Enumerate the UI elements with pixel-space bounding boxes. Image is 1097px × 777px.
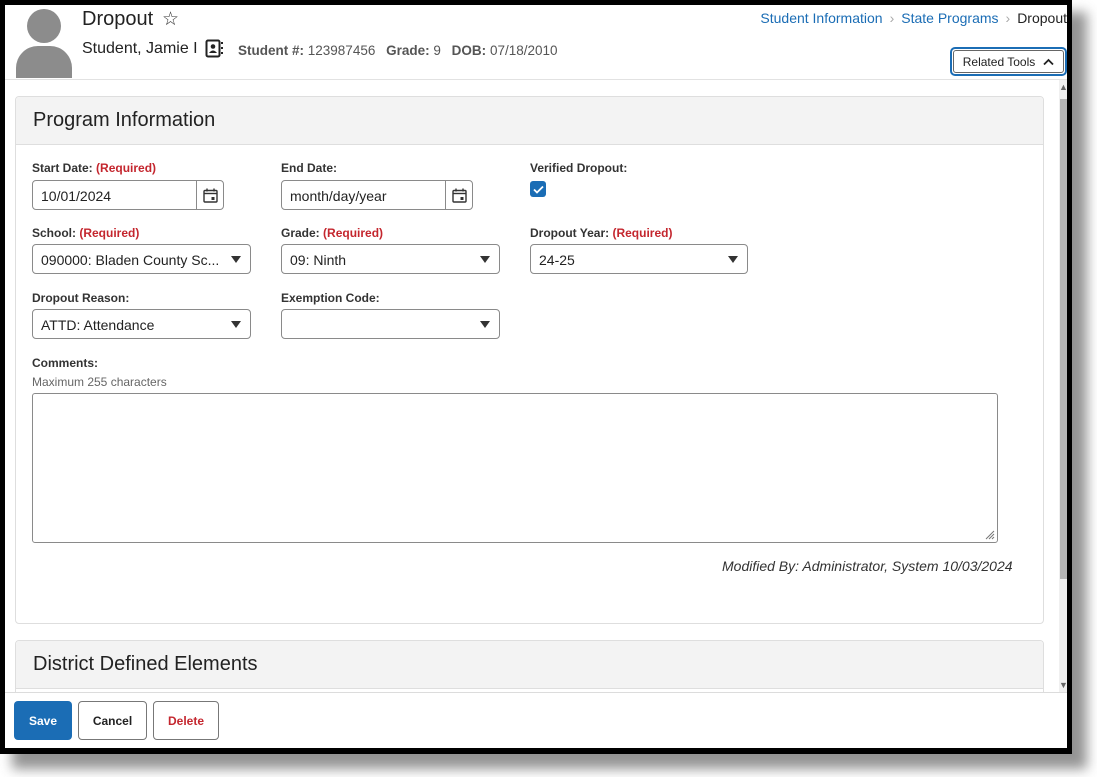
- checkmark-icon: [532, 185, 544, 194]
- calendar-icon: [202, 188, 218, 203]
- program-information-title: Program Information: [16, 97, 1043, 145]
- dropdown-caret-icon: [231, 256, 241, 263]
- school-label: School: (Required): [32, 226, 139, 240]
- exemption-code-select[interactable]: [281, 309, 500, 339]
- dropdown-caret-icon: [480, 256, 490, 263]
- save-button[interactable]: Save: [14, 701, 72, 740]
- avatar-body: [16, 46, 72, 78]
- start-date-calendar-button[interactable]: [196, 181, 223, 209]
- content-scroll-area: Program Information Start Date: (Require…: [5, 80, 1067, 700]
- comments-hint: Maximum 255 characters: [32, 375, 167, 389]
- required-indicator: (Required): [323, 226, 384, 240]
- dob-label: DOB:: [451, 43, 487, 58]
- dropout-reason-value: ATTD: Attendance: [41, 317, 155, 333]
- breadcrumb-student-information[interactable]: Student Information: [760, 10, 882, 26]
- start-date-input[interactable]: 10/01/2024: [32, 180, 224, 210]
- scroll-up-icon[interactable]: ▲: [1059, 82, 1067, 92]
- student-meta: Student #: 123987456 Grade: 9 DOB: 07/18…: [238, 43, 558, 58]
- school-value: 090000: Bladen County Sc...: [41, 252, 220, 268]
- required-indicator: (Required): [79, 226, 140, 240]
- window-frame: Dropout ☆ Student, Jamie I Student #: 12…: [0, 0, 1072, 754]
- contact-card-icon[interactable]: [205, 39, 224, 58]
- grade-select[interactable]: 09: Ninth: [281, 244, 500, 274]
- school-select[interactable]: 090000: Bladen County Sc...: [32, 244, 251, 274]
- dropout-year-value: 24-25: [539, 252, 575, 268]
- chevron-right-icon: ›: [889, 10, 895, 26]
- verified-dropout-checkbox[interactable]: [530, 181, 546, 197]
- scroll-down-icon[interactable]: ▼: [1059, 680, 1067, 690]
- student-number-label: Student #:: [238, 43, 304, 58]
- student-name: Student, Jamie I: [82, 40, 198, 57]
- action-bar: Save Cancel Delete: [5, 692, 1067, 748]
- required-indicator: (Required): [612, 226, 673, 240]
- required-indicator: (Required): [96, 161, 157, 175]
- calendar-icon: [451, 188, 467, 203]
- avatar-head: [27, 9, 61, 43]
- start-date-label-text: Start Date:: [32, 161, 93, 175]
- related-tools-focus-ring: [953, 50, 1064, 73]
- grade-label: Grade:: [386, 43, 430, 58]
- related-tools-button[interactable]: Related Tools: [950, 47, 1067, 76]
- student-avatar: [16, 9, 72, 78]
- grade-label-text: Grade:: [281, 226, 320, 240]
- chevron-right-icon: ›: [1005, 10, 1011, 26]
- app-window: Dropout ☆ Student, Jamie I Student #: 12…: [5, 5, 1067, 748]
- star-outline-icon[interactable]: ☆: [162, 8, 179, 31]
- delete-button[interactable]: Delete: [153, 701, 219, 740]
- dropout-reason-select[interactable]: ATTD: Attendance: [32, 309, 251, 339]
- comments-textarea[interactable]: [32, 393, 998, 543]
- page-title: Dropout: [82, 8, 154, 30]
- dropout-year-label: Dropout Year: (Required): [530, 226, 672, 240]
- start-date-label: Start Date: (Required): [32, 161, 156, 175]
- student-number: 123987456: [307, 43, 376, 58]
- end-date-input[interactable]: month/day/year: [281, 180, 473, 210]
- end-date-placeholder: month/day/year: [290, 188, 387, 204]
- program-information-card: Program Information Start Date: (Require…: [15, 96, 1044, 624]
- dropdown-caret-icon: [728, 256, 738, 263]
- dropdown-caret-icon: [231, 321, 241, 328]
- dropdown-caret-icon: [480, 321, 490, 328]
- dob-value: 07/18/2010: [489, 43, 558, 58]
- grade-select-value: 09: Ninth: [290, 252, 347, 268]
- district-defined-elements-title: District Defined Elements: [16, 641, 1043, 689]
- dropout-year-select[interactable]: 24-25: [530, 244, 748, 274]
- start-date-value: 10/01/2024: [41, 188, 112, 204]
- modified-by-text: Modified By: Administrator, System 10/03…: [722, 558, 1013, 574]
- vertical-scrollbar[interactable]: ▲ ▼: [1059, 80, 1067, 692]
- exemption-code-label: Exemption Code:: [281, 291, 380, 305]
- scrollbar-thumb[interactable]: [1060, 99, 1067, 579]
- grade-value: 9: [433, 43, 441, 58]
- dropout-reason-label: Dropout Reason:: [32, 291, 130, 305]
- breadcrumb-current: Dropout: [1017, 10, 1067, 26]
- dropout-year-label-text: Dropout Year:: [530, 226, 610, 240]
- school-label-text: School:: [32, 226, 76, 240]
- breadcrumb: Student Information › State Programs › Dropo…: [760, 10, 1067, 26]
- grade-select-label: Grade: (Required): [281, 226, 383, 240]
- end-date-calendar-button[interactable]: [445, 181, 472, 209]
- end-date-label: End Date:: [281, 161, 338, 175]
- cancel-button[interactable]: Cancel: [78, 701, 147, 740]
- verified-dropout-label: Verified Dropout:: [530, 161, 628, 175]
- comments-label: Comments:: [32, 356, 99, 370]
- district-defined-elements-card: District Defined Elements: [15, 640, 1044, 700]
- breadcrumb-state-programs[interactable]: State Programs: [901, 10, 998, 26]
- resize-handle-icon[interactable]: [983, 528, 995, 540]
